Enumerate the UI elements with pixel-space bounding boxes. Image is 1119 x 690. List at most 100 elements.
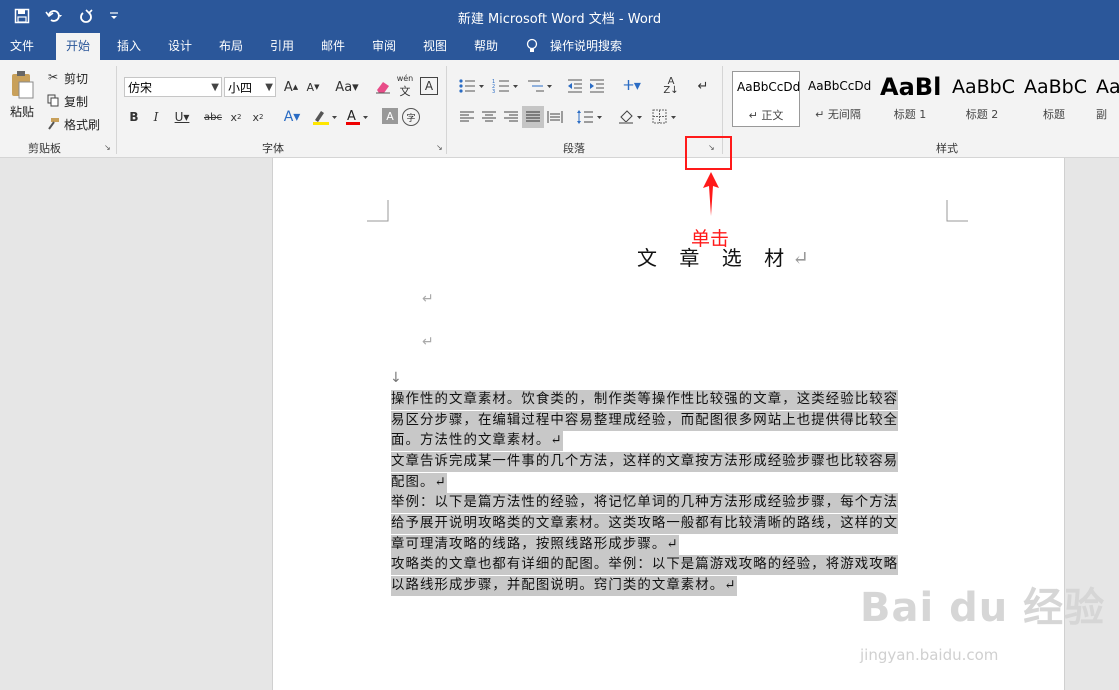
paragraph-mark: ↵ [422,291,434,307]
bold-icon[interactable]: B [126,108,142,126]
show-hide-marks-icon[interactable]: ↵ [694,77,712,95]
format-painter-icon [46,116,60,130]
character-shading-icon[interactable]: A [382,108,398,124]
svg-text:3: 3 [492,89,495,94]
style-heading-1[interactable]: AaBl 标题 1 [876,71,944,127]
paste-icon[interactable] [8,70,36,100]
superscript-icon[interactable]: x2 [250,108,266,126]
text-effects-icon[interactable]: A▾ [280,108,304,126]
character-border-icon[interactable]: A [420,77,438,95]
ribbon: 粘贴 ✂ 剪切 复制 格式刷 剪贴板 ↘ 仿宋 ▼ 小四 ▼ A ▲ A ▼ Aa ▾ w… [0,60,1119,158]
increase-indent-icon[interactable] [588,77,606,95]
divider [116,66,117,154]
tab-layout[interactable]: 布局 [209,33,253,60]
styles-gallery: AaBbCcDd ↵ 正文 AaBbCcDd ↵ 无间隔 AaBl 标题 1 A… [732,71,1119,127]
document-line[interactable]: 攻略类的文章也都有详细的配图。举例：以下是篇游戏攻略的经验，将游戏攻略 [391,555,899,575]
shrink-font-icon[interactable]: A ▼ [304,77,322,97]
ribbon-tabs: 文件 开始 插入 设计 布局 引用 邮件 审阅 视图 帮助 操作说明搜索 [0,33,1119,60]
enclose-characters-icon[interactable]: 字 [402,108,420,126]
align-center-icon[interactable] [480,108,498,126]
paste-button[interactable]: 粘贴 [10,103,34,120]
scissors-icon: ✂ [47,70,59,84]
style-sample: AaBbC [1096,76,1119,98]
grow-font-icon[interactable]: A ▲ [282,77,300,97]
tab-review[interactable]: 审阅 [362,33,406,60]
copy-button[interactable]: 复制 [64,93,88,110]
style-sample: AaBbC [1024,76,1088,98]
document-line[interactable]: 面。方法性的文章素材。↵ [391,431,563,451]
margin-corner-mark [367,200,389,222]
phonetic-guide-icon[interactable]: wén 文 [396,73,414,98]
paragraph-mark: ↵ [422,334,434,350]
document-line[interactable]: 举例：以下是篇方法性的经验，将记忆单词的几种方法形成经验步骤，每个方法 [391,493,899,513]
annotation-label: 单击 [691,228,730,250]
font-group-label: 字体 [262,142,284,155]
styles-group-label: 样式 [936,142,958,155]
margin-corner-mark [946,200,968,222]
tab-insert[interactable]: 插入 [107,33,151,60]
font-size-combo[interactable]: 小四 ▼ [224,77,276,97]
justify-icon[interactable] [522,106,544,128]
tell-me-search[interactable]: 操作说明搜索 [550,33,630,60]
style-no-spacing[interactable]: AaBbCcDd ↵ 无间隔 [804,71,872,127]
baidu-jingyan-watermark: Bai du 经验 [860,585,1106,631]
title-bar: 新建 Microsoft Word 文档 - Word [0,0,1119,33]
align-right-icon[interactable] [502,108,520,126]
tab-home[interactable]: 开始 [56,33,100,60]
document-line[interactable]: 章可理清攻略的线路，按照线路形成步骤。↵ [391,535,679,555]
strikethrough-icon[interactable]: abc [202,108,224,126]
font-name-combo[interactable]: 仿宋 ▼ [124,77,222,97]
italic-icon[interactable]: I [148,108,164,126]
style-heading-2[interactable]: AaBbC 标题 2 [948,71,1016,127]
underline-icon[interactable]: U▾ [170,108,194,126]
tab-file[interactable]: 文件 [0,33,44,60]
document-line[interactable]: 配图。↵ [391,473,447,493]
style-name: ↵ 无间隔 [815,108,861,121]
numbering-icon[interactable]: 123 [492,77,520,95]
cut-button[interactable]: 剪切 [64,70,88,87]
style-normal[interactable]: AaBbCcDd ↵ 正文 [732,71,800,127]
style-sample: AaBl [880,73,942,101]
change-case-button[interactable]: Aa ▾ [332,77,362,97]
subscript-icon[interactable]: x2 [228,108,244,126]
document-line[interactable]: 操作性的文章素材。饮食类的，制作类等操作性比较强的文章，这类经验比较容 [391,390,899,410]
format-painter-button[interactable]: 格式刷 [64,116,100,133]
document-line[interactable]: 以路线形成步骤，并配图说明。窍门类的文章素材。↵ [391,576,737,596]
tab-mailings[interactable]: 邮件 [311,33,355,60]
clipboard-dialog-launcher[interactable]: ↘ [104,144,112,152]
style-sample: AaBbCcDd [808,79,872,93]
shading-icon[interactable] [618,108,646,126]
chinese-layout-icon[interactable]: ⵜ▾ [618,77,646,95]
decrease-indent-icon[interactable] [566,77,584,95]
divider [446,66,447,154]
font-dialog-launcher[interactable]: ↘ [436,144,444,152]
svg-text:A: A [347,109,356,124]
document-line[interactable]: 给予展开说明攻略类的文章素材。这类攻略一般都有比较清晰的路线，这样的文 [391,514,899,534]
line-spacing-icon[interactable] [576,108,604,126]
document-line[interactable]: 易区分步骤，在编辑过程中容易整理成经验，而配图很多网站上也提供得比较全 [391,411,899,431]
multilevel-list-icon[interactable] [526,77,554,95]
copy-icon [46,93,60,107]
align-left-icon[interactable] [458,108,476,126]
style-sample: AaBbCcDd [737,80,800,94]
tab-help[interactable]: 帮助 [464,33,508,60]
phonetic-guide-label: wén [396,73,414,83]
document-line[interactable]: 文章告诉完成某一件事的几个方法，这样的文章按方法形成经验步骤也比较容易 [391,452,899,472]
change-case-label: Aa [335,79,353,95]
sort-icon[interactable]: A Z↓ [662,77,680,96]
clipboard-group-label: 剪贴板 [28,142,61,155]
distributed-icon[interactable] [546,108,564,126]
clear-formatting-icon[interactable] [374,77,392,97]
highlight-color-icon[interactable] [310,108,340,126]
font-size-value: 小四 [228,81,253,95]
font-color-icon[interactable]: A [344,108,370,126]
borders-icon[interactable] [652,108,680,126]
tab-view[interactable]: 视图 [413,33,457,60]
window-title: 新建 Microsoft Word 文档 - Word [457,12,662,27]
bullets-icon[interactable] [458,77,486,95]
tab-references[interactable]: 引用 [260,33,304,60]
style-subtitle[interactable]: AaBbC 副 [1092,71,1119,127]
style-title[interactable]: AaBbC 标题 [1020,71,1088,127]
lightbulb-icon[interactable] [524,33,540,60]
tab-design[interactable]: 设计 [158,33,202,60]
